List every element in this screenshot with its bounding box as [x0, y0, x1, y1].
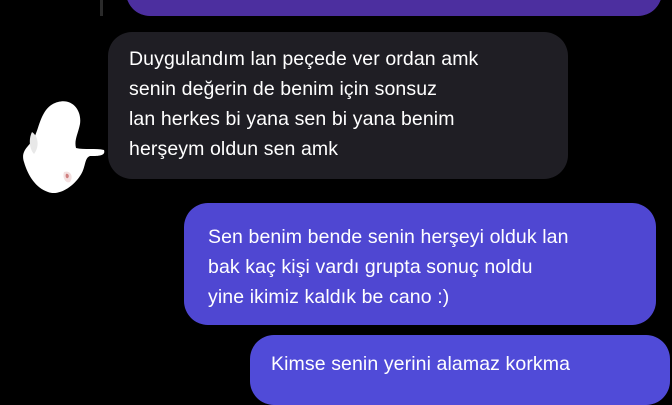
- user-avatar-icon: [23, 101, 105, 194]
- message-text-line: Duygulandım lan peçede ver ordan amk: [129, 48, 479, 70]
- outgoing-message-bubble[interactable]: Sen benim bende senin herşeyi olduk lan …: [184, 203, 656, 325]
- message-text-line: Kimse senin yerini alamaz korkma: [271, 353, 571, 375]
- message-text-line: herşeym oldun sen amk: [129, 138, 339, 160]
- scroll-indicator: [100, 0, 103, 16]
- message-text-line: lan herkes bi yana sen bi yana benim: [129, 108, 455, 130]
- message-text-line: bak kaç kişi vardı grupta sonuç noldu: [208, 256, 533, 278]
- outgoing-message-bubble-previous[interactable]: [126, 0, 662, 16]
- outgoing-message-bubble-latest[interactable]: Kimse senin yerini alamaz korkma: [250, 335, 670, 405]
- message-text-line: senin değerin de benim için sonsuz: [129, 78, 438, 100]
- message-text-line: yine ikimiz kaldık be cano :): [208, 286, 450, 308]
- message-text-line: Sen benim bende senin herşeyi olduk lan: [208, 226, 569, 248]
- incoming-message-bubble[interactable]: Duygulandım lan peçede ver ordan amk sen…: [108, 32, 568, 179]
